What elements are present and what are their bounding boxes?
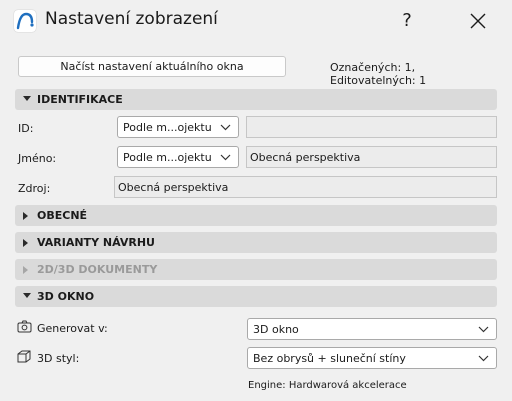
generate-in-dropdown[interactable]: 3D okno xyxy=(247,318,497,340)
collapsed-triangle-icon xyxy=(23,212,28,220)
source-field: Obecná perspektiva xyxy=(114,176,497,198)
id-field[interactable] xyxy=(246,116,497,138)
id-mode-value: Podle m...ojektu xyxy=(123,121,212,134)
chevron-down-icon xyxy=(478,326,489,333)
section-obecne[interactable]: OBECNÉ xyxy=(15,205,497,226)
name-value: Obecná perspektiva xyxy=(250,151,361,164)
chevron-down-icon xyxy=(478,355,489,362)
section-label: 3D OKNO xyxy=(37,290,95,303)
generate-in-value: 3D okno xyxy=(253,323,299,336)
id-label: ID: xyxy=(18,122,34,135)
chevron-down-icon xyxy=(220,154,231,161)
name-mode-dropdown[interactable]: Podle m...ojektu xyxy=(117,146,239,168)
section-identifikace[interactable]: IDENTIFIKACE xyxy=(15,89,497,110)
help-button[interactable]: ? xyxy=(392,5,422,37)
3d-style-cube-icon xyxy=(17,350,31,366)
load-current-window-settings-button[interactable]: Načíst nastavení aktuálního okna xyxy=(18,56,286,77)
section-label: VARIANTY NÁVRHU xyxy=(37,236,155,249)
source-label: Zdroj: xyxy=(18,182,51,195)
window-title: Nastavení zobrazení xyxy=(45,9,218,29)
selection-count: Označených: 1, Editovatelných: 1 xyxy=(330,61,427,87)
source-value: Obecná perspektiva xyxy=(118,181,229,194)
generate-in-label: Generovat v: xyxy=(37,322,108,335)
chevron-down-icon xyxy=(220,124,231,131)
title-bar: Nastavení zobrazení ? xyxy=(0,0,512,44)
camera-icon xyxy=(17,320,32,336)
id-mode-dropdown[interactable]: Podle m...ojektu xyxy=(117,116,239,138)
3d-style-value: Bez obrysů + sluneční stíny xyxy=(253,352,406,365)
name-label: Jméno: xyxy=(18,152,57,165)
section-varianty-navrhu[interactable]: VARIANTY NÁVRHU xyxy=(15,232,497,253)
engine-info: Engine: Hardwarová akcelerace xyxy=(248,380,407,391)
collapsed-triangle-icon xyxy=(23,239,28,247)
expanded-triangle-icon xyxy=(23,96,31,101)
section-label: IDENTIFIKACE xyxy=(37,93,123,106)
expanded-triangle-icon xyxy=(23,293,31,298)
app-logo-icon xyxy=(14,10,36,32)
section-label: 2D/3D DOKUMENTY xyxy=(37,263,158,276)
name-field[interactable]: Obecná perspektiva xyxy=(246,146,497,168)
name-mode-value: Podle m...ojektu xyxy=(123,151,212,164)
section-2d3d-dokumenty: 2D/3D DOKUMENTY xyxy=(15,259,497,280)
collapsed-triangle-icon xyxy=(23,266,28,274)
3d-style-label: 3D styl: xyxy=(37,352,80,365)
3d-style-dropdown[interactable]: Bez obrysů + sluneční stíny xyxy=(247,347,497,369)
close-icon xyxy=(470,13,486,29)
section-label: OBECNÉ xyxy=(37,209,88,222)
section-3d-okno[interactable]: 3D OKNO xyxy=(15,286,497,307)
close-button[interactable] xyxy=(460,5,496,37)
